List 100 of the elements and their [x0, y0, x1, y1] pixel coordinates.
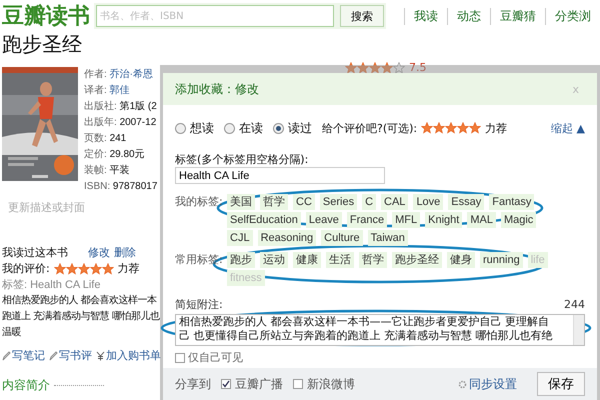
radio-button[interactable] — [273, 122, 284, 134]
tag-button[interactable]: Culture — [321, 230, 363, 246]
tags-label: 标签(多个标签用空格分隔): — [175, 153, 310, 167]
dialog-title: 添加收藏：修改 — [175, 80, 259, 98]
comment-line: 相信热爱跑步的人 都会喜欢这样一本 — [2, 294, 158, 308]
star-icon — [54, 263, 66, 275]
tag-button[interactable]: MFL — [392, 212, 420, 228]
checkbox-label[interactable]: 仅自己可见 — [188, 350, 243, 365]
tag-button[interactable]: Essay — [448, 194, 484, 210]
rating-score: 7.5 — [409, 61, 426, 74]
checkbox-label[interactable]: 新浪微博 — [307, 376, 355, 392]
status-link[interactable]: 删除 — [114, 245, 136, 261]
char-count: 244 — [564, 298, 585, 312]
info-link[interactable]: 乔治·希恩 — [110, 69, 153, 80]
checkbox[interactable] — [221, 379, 231, 389]
sync-link[interactable]: 同步设置 — [458, 376, 517, 392]
tag-button[interactable]: Taiwan — [368, 230, 408, 246]
nav-link[interactable]: 动态 — [447, 8, 490, 24]
action-link[interactable]: 写书评 — [49, 349, 92, 363]
tag-button[interactable]: Leave — [306, 212, 342, 228]
tag-button[interactable]: Fantasy — [489, 194, 534, 210]
star-icon — [90, 263, 102, 275]
tag-button[interactable]: CC — [293, 194, 315, 210]
star-icon — [357, 62, 369, 74]
nav-link[interactable]: 我读 — [404, 8, 447, 24]
tag-button[interactable]: C — [362, 194, 376, 210]
pencil-icon — [2, 351, 11, 361]
action-link[interactable]: 加入购书单 — [96, 349, 161, 363]
info-label: 出版社: — [84, 101, 117, 112]
tags-line: 标签: Health CA Life — [2, 278, 102, 293]
tag-button[interactable]: 生活 — [326, 252, 354, 268]
nav-link[interactable]: 分类浏 — [545, 8, 600, 24]
star-icon — [66, 263, 78, 275]
radio-label[interactable]: 想读 — [190, 120, 214, 136]
star-icon — [421, 122, 434, 134]
status-link[interactable]: 修改 — [88, 245, 110, 261]
comment-line: 温暖 — [2, 326, 22, 340]
tag-button[interactable]: Love — [413, 194, 444, 210]
yen-icon — [96, 351, 105, 361]
pencil-icon — [49, 351, 58, 361]
tag-button[interactable]: 跑步 — [227, 252, 255, 268]
tag-button[interactable]: running — [480, 252, 523, 268]
tag-button[interactable]: CJL — [227, 230, 253, 246]
book-title: 跑步圣经 — [2, 31, 83, 58]
info-label: 译者: — [84, 85, 107, 96]
checkbox[interactable] — [293, 379, 303, 389]
read-status: 我读过这本书 — [2, 245, 68, 261]
save-button[interactable]: 保存 — [537, 372, 585, 396]
info-label: 装帧: — [84, 165, 107, 176]
tag-button[interactable]: 健身 — [447, 252, 475, 268]
note-label: 简短附注: — [175, 298, 223, 312]
tag-button[interactable]: France — [346, 212, 388, 228]
action-link[interactable]: 写笔记 — [2, 349, 45, 363]
checkbox-label[interactable]: 豆瓣广播 — [235, 376, 283, 392]
star-icon — [445, 122, 458, 134]
star-icon — [78, 263, 90, 275]
tag-button[interactable]: Series — [320, 194, 358, 210]
search-field[interactable]: 书名、作者、ISBN — [96, 5, 334, 27]
info-value: 29.80元 — [110, 149, 145, 160]
radio-label[interactable]: 读过 — [288, 120, 312, 136]
share-label: 分享到 — [175, 376, 211, 392]
tag-button[interactable]: 美国 — [227, 194, 255, 210]
info-label: 页数: — [84, 133, 107, 144]
checkbox[interactable] — [175, 352, 185, 362]
star-icon — [381, 62, 393, 74]
info-link[interactable]: 郭佳 — [110, 85, 130, 96]
radio-label[interactable]: 在读 — [239, 120, 263, 136]
info-value: 平装 — [110, 165, 130, 176]
info-value: 第1版 (2 — [120, 101, 157, 112]
comment-line: 跑道上 充满着感动与智慧 哪怕那儿也 — [2, 310, 161, 324]
tag-button[interactable]: 运动 — [260, 252, 288, 268]
nav-link[interactable]: 豆瓣猜 — [490, 8, 545, 24]
rating-verdict: 力荐 — [118, 261, 140, 277]
tag-button[interactable]: SelfEducation — [227, 212, 301, 228]
search-button[interactable]: 搜索 — [340, 5, 384, 27]
logo[interactable]: 豆瓣读书 — [2, 1, 94, 31]
info-value: 241 — [110, 133, 126, 144]
radio-button[interactable] — [175, 122, 186, 134]
tag-button[interactable]: 跑步圣经 — [392, 252, 442, 268]
tag-button[interactable]: 哲学 — [260, 194, 288, 210]
star-icon — [102, 263, 114, 275]
star-icon — [393, 62, 405, 74]
rating-label: 我的评价: — [2, 261, 50, 277]
info-label: 作者: — [84, 69, 107, 80]
radio-button[interactable] — [224, 122, 235, 134]
star-icon — [469, 122, 482, 134]
info-value: 97878017 — [112, 181, 158, 192]
tag-button[interactable]: Reasoning — [258, 230, 316, 246]
section-heading: 内容简介 — [2, 377, 50, 393]
tags-field[interactable]: Health CA Life — [175, 167, 385, 184]
info-label: 定价: — [84, 149, 107, 160]
tag-button[interactable]: Magic — [500, 212, 536, 228]
tag-button[interactable]: MAL — [467, 212, 496, 228]
collapse-link[interactable]: 缩起 ▲ — [551, 120, 585, 136]
rating-prompt: 给个评价吧?(可选): — [322, 120, 418, 136]
tag-button[interactable]: 哲学 — [359, 252, 387, 268]
star-icon — [433, 122, 446, 134]
tag-button[interactable]: Knight — [425, 212, 462, 228]
tag-button[interactable]: 健康 — [293, 252, 321, 268]
tag-button[interactable]: CAL — [381, 194, 408, 210]
